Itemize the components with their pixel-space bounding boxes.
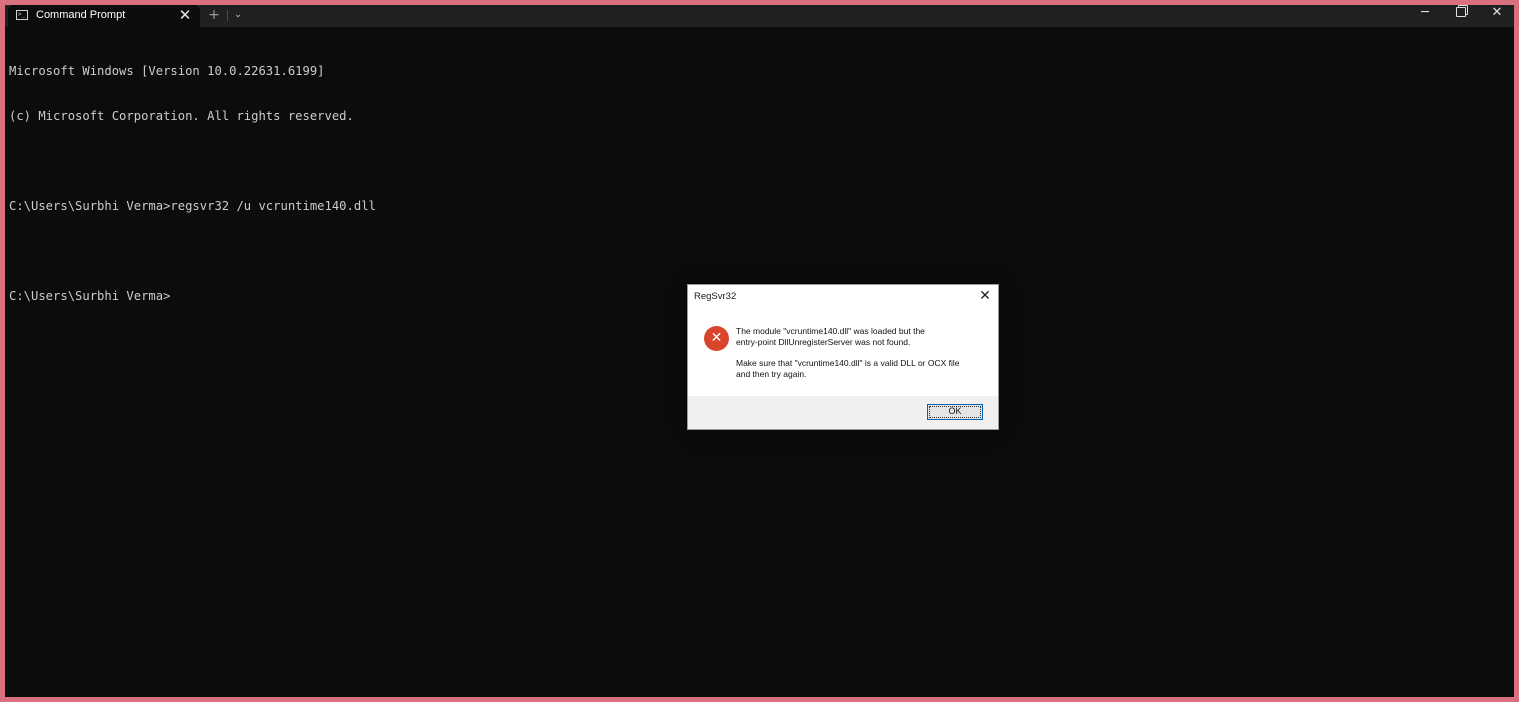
chevron-down-icon[interactable]: ⌄ bbox=[230, 6, 246, 24]
dialog-message: The module "vcruntime140.dll" was loaded… bbox=[736, 326, 986, 347]
new-tab-button[interactable]: + bbox=[205, 6, 223, 24]
console-line: Microsoft Windows [Version 10.0.22631.61… bbox=[9, 64, 325, 78]
message-line: Make sure that "vcruntime140.dll" is a v… bbox=[736, 358, 960, 368]
dialog-title: RegSvr32 bbox=[694, 291, 737, 302]
message-line: and then try again. bbox=[736, 368, 807, 379]
maximize-button[interactable] bbox=[1443, 5, 1479, 27]
dialog-close-icon[interactable]: ✕ bbox=[976, 287, 994, 305]
message-line: The module "vcruntime140.dll" was loaded… bbox=[736, 326, 925, 336]
window-frame: >_ Command Prompt ✕ + ⌄ ─ ✕ Microsoft Wi… bbox=[0, 0, 1519, 702]
console-line: (c) Microsoft Corporation. All rights re… bbox=[9, 109, 354, 123]
tab-divider bbox=[227, 10, 228, 21]
minimize-button[interactable]: ─ bbox=[1407, 5, 1443, 27]
message-line: entry-point DllUnregisterServer was not … bbox=[736, 336, 911, 347]
console-output[interactable]: Microsoft Windows [Version 10.0.22631.61… bbox=[9, 34, 376, 334]
regsvr32-dialog: RegSvr32 ✕ ✕ The module "vcruntime140.dl… bbox=[687, 284, 999, 430]
console-line: C:\Users\Surbhi Verma>regsvr32 /u vcrunt… bbox=[9, 199, 376, 213]
tab-title: Command Prompt bbox=[36, 9, 126, 21]
error-icon: ✕ bbox=[704, 326, 729, 351]
console-prompt: C:\Users\Surbhi Verma> bbox=[9, 289, 171, 303]
ok-button[interactable]: OK bbox=[927, 404, 983, 420]
close-window-button[interactable]: ✕ bbox=[1479, 5, 1515, 27]
tab-close-icon[interactable]: ✕ bbox=[176, 6, 194, 24]
title-bar: >_ Command Prompt ✕ + ⌄ ─ ✕ bbox=[5, 5, 1514, 27]
restore-icon bbox=[1456, 7, 1466, 17]
tab-command-prompt[interactable]: >_ Command Prompt ✕ bbox=[8, 5, 200, 27]
dialog-footer: OK bbox=[688, 396, 998, 429]
dialog-hint: Make sure that "vcruntime140.dll" is a v… bbox=[736, 358, 986, 379]
terminal-icon: >_ bbox=[16, 10, 28, 20]
